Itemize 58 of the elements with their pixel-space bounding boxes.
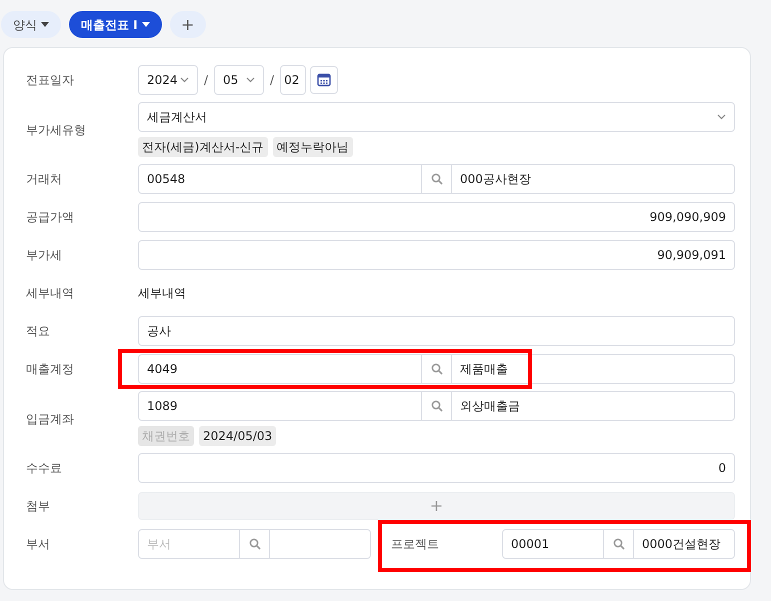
field-label: 적요 xyxy=(26,323,51,340)
add-tab-button[interactable]: + xyxy=(170,11,206,38)
tag: 전자(세금)계산서-신규 xyxy=(138,137,268,157)
amount-field[interactable]: 0 xyxy=(138,453,735,483)
search-icon xyxy=(248,538,260,550)
search-button[interactable] xyxy=(422,354,451,384)
field-label: 세부내역 xyxy=(26,285,75,302)
search-button[interactable] xyxy=(604,529,633,559)
chevron-down-icon xyxy=(246,77,256,83)
date-select[interactable]: 2024 xyxy=(138,65,198,95)
search-icon xyxy=(430,173,442,185)
code-field[interactable]: 1089 xyxy=(138,391,422,421)
field-label: 첨부 xyxy=(26,498,51,515)
name-field[interactable]: 000공사현장 xyxy=(451,164,735,194)
amount-field[interactable]: 90,909,091 xyxy=(138,240,735,270)
tab[interactable]: 매출전표 I xyxy=(69,11,162,38)
code-field[interactable]: 4049 xyxy=(138,354,422,384)
field-label: 부가세유형 xyxy=(26,122,87,138)
tag: 2024/05/03 xyxy=(199,426,276,446)
tag: 예정누락아님 xyxy=(272,137,353,157)
field-label: 프로젝트 xyxy=(391,536,440,553)
date-separator: / xyxy=(204,72,208,89)
name-field[interactable]: 0000건설현장 xyxy=(633,529,735,559)
search-button[interactable] xyxy=(422,164,451,194)
field-label: 수수료 xyxy=(26,460,63,477)
search-button[interactable] xyxy=(422,391,451,421)
tab[interactable]: 양식 xyxy=(1,11,61,38)
day-field[interactable]: 02 xyxy=(280,65,306,95)
chevron-down-icon xyxy=(180,77,189,83)
field-label: 입금계좌 xyxy=(26,410,75,428)
code-field[interactable]: 00548 xyxy=(138,164,422,194)
search-icon xyxy=(612,538,624,550)
search-button[interactable] xyxy=(240,529,269,559)
name-field[interactable]: 제품매출 xyxy=(451,354,735,384)
field-label: 공급가액 xyxy=(26,209,75,226)
calendar-button[interactable] xyxy=(310,66,338,94)
name-field[interactable] xyxy=(269,529,371,559)
select-field[interactable]: 세금계산서 xyxy=(138,102,735,132)
search-icon xyxy=(430,400,442,412)
amount-field[interactable]: 909,090,909 xyxy=(138,202,735,232)
code-field[interactable]: 부서 xyxy=(138,529,240,559)
field-label: 거래처 xyxy=(26,171,63,188)
date-select[interactable]: 05 xyxy=(214,65,264,95)
text-field[interactable]: 공사 xyxy=(138,316,735,346)
calendar-icon xyxy=(317,73,332,87)
caret-icon xyxy=(142,22,150,27)
caret-icon xyxy=(41,22,49,27)
chevron-down-icon xyxy=(717,114,726,120)
search-icon xyxy=(430,363,442,375)
name-field[interactable]: 외상매출금 xyxy=(451,391,735,421)
date-separator: / xyxy=(270,72,274,89)
detail-text: 세부내역 xyxy=(138,285,187,302)
tag: 채권번호 xyxy=(138,426,194,446)
code-field[interactable]: 00001 xyxy=(502,529,604,559)
field-label: 부가세 xyxy=(26,247,63,264)
field-label: 부서 xyxy=(26,536,51,553)
field-label: 전표일자 xyxy=(26,72,75,89)
field-label: 매출계정 xyxy=(26,361,75,378)
